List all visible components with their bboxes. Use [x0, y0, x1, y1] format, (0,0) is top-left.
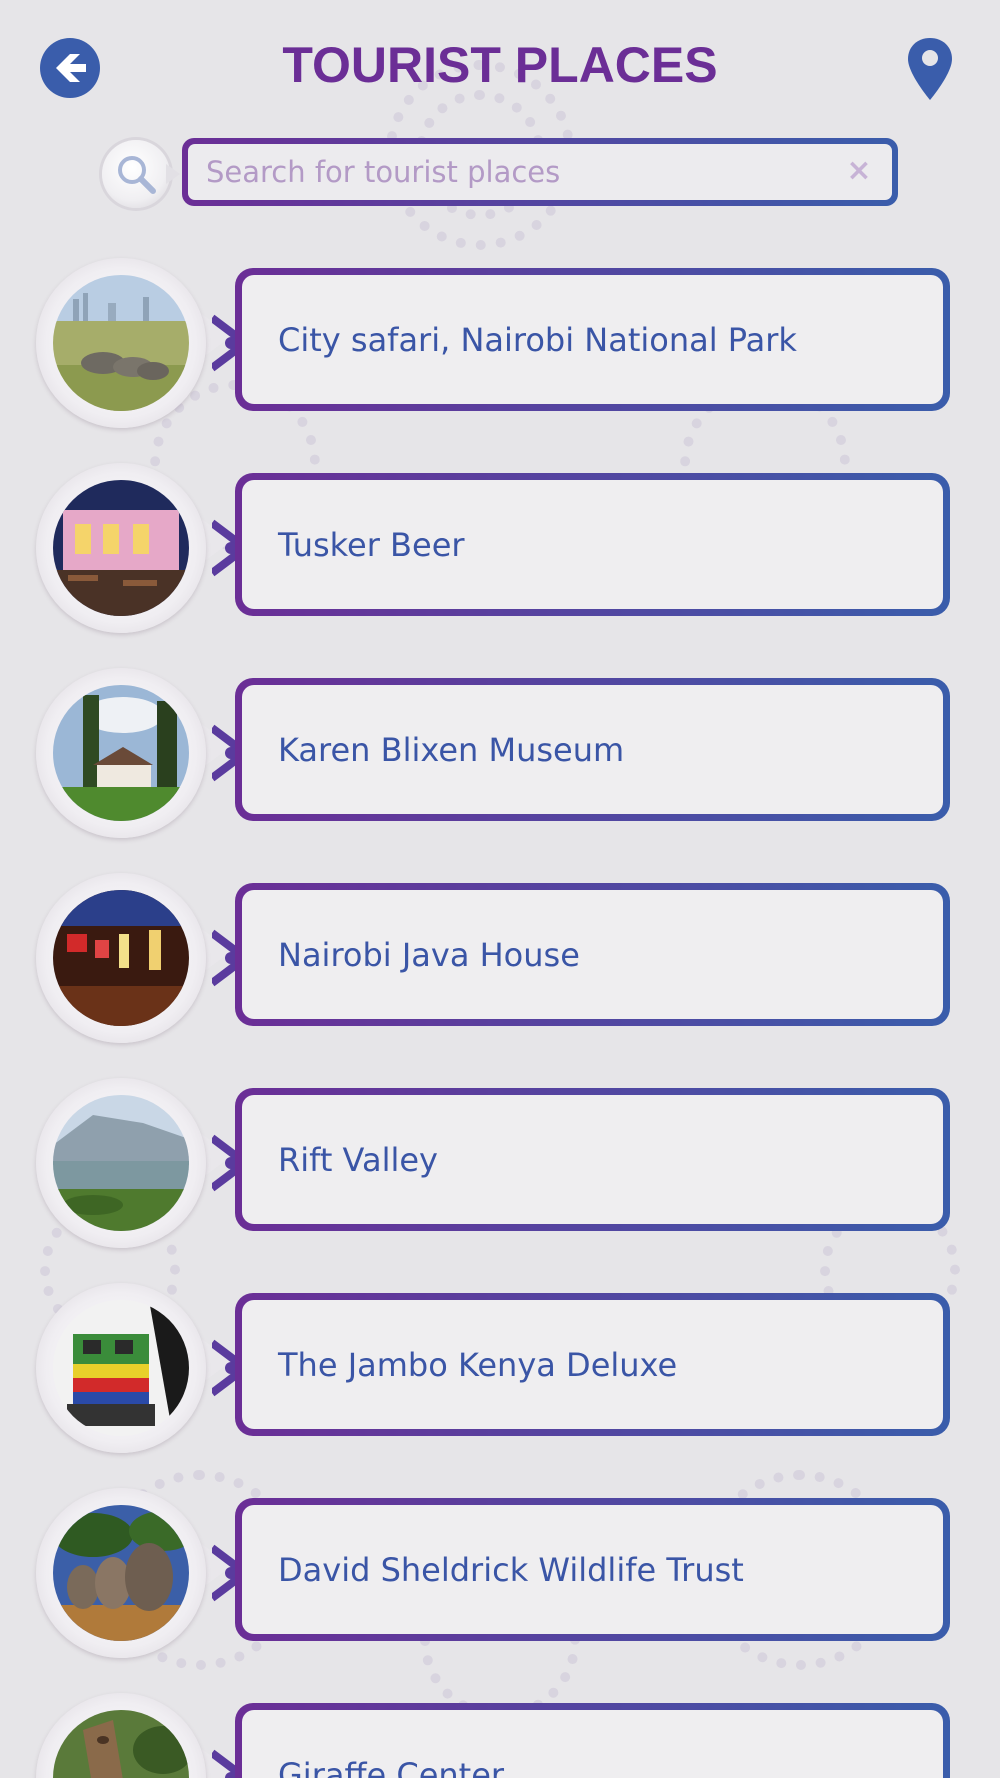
- thumbnail-frame: [36, 873, 206, 1043]
- thumbnail-frame: [36, 1283, 206, 1453]
- thumbnail-frame: [36, 463, 206, 633]
- list-item[interactable]: Nairobi Java House: [0, 873, 1000, 1043]
- place-card[interactable]: Karen Blixen Museum: [235, 678, 950, 821]
- list-item[interactable]: The Jambo Kenya Deluxe: [0, 1283, 1000, 1453]
- thumbnail-frame: [36, 258, 206, 428]
- place-label: Karen Blixen Museum: [278, 730, 625, 769]
- search-button[interactable]: [102, 140, 170, 208]
- place-label: Nairobi Java House: [278, 935, 580, 974]
- place-card[interactable]: Tusker Beer: [235, 473, 950, 616]
- place-label: Giraffe Center: [278, 1755, 505, 1778]
- place-label: Tusker Beer: [278, 525, 465, 564]
- museum-thumbnail: [53, 685, 189, 821]
- place-label: The Jambo Kenya Deluxe: [278, 1345, 678, 1384]
- thumbnail-frame: [36, 1693, 206, 1778]
- place-card[interactable]: Nairobi Java House: [235, 883, 950, 1026]
- search-bar: ×: [100, 136, 900, 210]
- place-card[interactable]: The Jambo Kenya Deluxe: [235, 1293, 950, 1436]
- list-item[interactable]: Tusker Beer: [0, 463, 1000, 633]
- place-card[interactable]: Giraffe Center: [235, 1703, 950, 1778]
- header: TOURIST PLACES: [0, 0, 1000, 135]
- valley-thumbnail: [53, 1095, 189, 1231]
- place-label: City safari, Nairobi National Park: [278, 320, 797, 359]
- cafe-thumbnail: [53, 890, 189, 1026]
- location-button[interactable]: [905, 36, 955, 102]
- rhinos-thumbnail: [53, 275, 189, 411]
- page-title: TOURIST PLACES: [282, 37, 718, 93]
- clear-search-button[interactable]: ×: [844, 156, 874, 186]
- thumbnail-frame: [36, 668, 206, 838]
- list-item[interactable]: David Sheldrick Wildlife Trust: [0, 1488, 1000, 1658]
- place-label: David Sheldrick Wildlife Trust: [278, 1550, 744, 1589]
- place-card[interactable]: City safari, Nairobi National Park: [235, 268, 950, 411]
- giraffe-thumbnail: [53, 1710, 189, 1778]
- list-item[interactable]: Giraffe Center: [0, 1693, 1000, 1778]
- list-item[interactable]: Karen Blixen Museum: [0, 668, 1000, 838]
- map-pin-icon: [908, 38, 952, 100]
- search-input[interactable]: [206, 150, 826, 194]
- train-thumbnail: [53, 1300, 189, 1436]
- thumbnail-frame: [36, 1078, 206, 1248]
- search-icon: [118, 156, 156, 194]
- elephants-thumbnail: [53, 1505, 189, 1641]
- search-box: ×: [182, 138, 898, 206]
- list-item[interactable]: City safari, Nairobi National Park: [0, 258, 1000, 428]
- place-card[interactable]: Rift Valley: [235, 1088, 950, 1231]
- list-item[interactable]: Rift Valley: [0, 1078, 1000, 1248]
- search-pointer: [166, 164, 180, 184]
- place-card[interactable]: David Sheldrick Wildlife Trust: [235, 1498, 950, 1641]
- thumbnail-frame: [36, 1488, 206, 1658]
- restaurant-thumbnail: [53, 480, 189, 616]
- place-label: Rift Valley: [278, 1140, 438, 1179]
